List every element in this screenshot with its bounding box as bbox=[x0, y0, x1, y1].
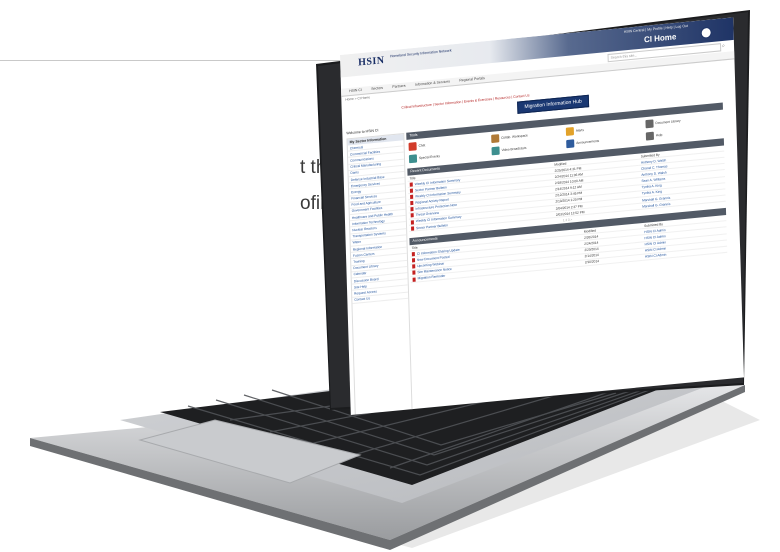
search-icon[interactable]: ⌕ bbox=[722, 43, 725, 49]
welcome-text: Welcome to HSIN CI bbox=[346, 128, 379, 136]
nav-item[interactable]: Sectors bbox=[371, 86, 383, 91]
document-icon bbox=[410, 219, 414, 225]
nav-item[interactable]: Partners bbox=[392, 84, 405, 89]
nav-item[interactable]: Information & Services bbox=[415, 79, 450, 86]
main-content: Tools Chat Collab. Workspace Alerts Docu… bbox=[406, 102, 728, 283]
library-icon bbox=[645, 119, 654, 129]
migration-hub-button[interactable]: Migration Information Hub bbox=[517, 94, 590, 114]
tool-workspace[interactable]: Collab. Workspace bbox=[491, 131, 528, 144]
announcements-icon bbox=[566, 139, 575, 149]
tool-video[interactable]: Video Broadcasts bbox=[491, 144, 527, 156]
site-title: CI Home bbox=[643, 32, 677, 45]
document-icon bbox=[411, 258, 416, 263]
tool-special-events[interactable]: Special Events bbox=[408, 152, 440, 164]
sidebar: My Sector Information Chemical Commercial… bbox=[346, 132, 413, 415]
quick-links[interactable]: Critical Infrastructure | Sector Informa… bbox=[401, 93, 529, 109]
screen-content: HSIN Homeland Security Information Netwo… bbox=[340, 17, 744, 415]
document-icon bbox=[412, 277, 416, 282]
document-icon bbox=[409, 188, 414, 193]
tool-chat[interactable]: Chat bbox=[408, 141, 426, 151]
document-icon bbox=[411, 251, 415, 257]
tool-announcements[interactable]: Announcements bbox=[566, 137, 599, 149]
alerts-icon bbox=[565, 127, 575, 136]
document-icon bbox=[410, 207, 414, 212]
tool-doc-library[interactable]: Document Library bbox=[645, 117, 681, 129]
document-icon bbox=[410, 213, 414, 218]
hsin-logo[interactable]: HSIN bbox=[358, 55, 385, 69]
nav-item[interactable]: Regional Portals bbox=[459, 76, 485, 83]
nav-item[interactable]: HSIN CI bbox=[349, 88, 362, 93]
help-icon bbox=[645, 131, 655, 141]
row-title[interactable]: Migration Reminder bbox=[418, 274, 446, 281]
document-icon bbox=[410, 200, 414, 206]
document-icon bbox=[412, 264, 416, 269]
events-icon bbox=[408, 154, 418, 164]
breadcrumb[interactable]: Home > CI Home bbox=[345, 95, 370, 101]
dhs-seal-icon bbox=[700, 26, 712, 39]
logo-subtitle: Homeland Security Information Network bbox=[389, 48, 452, 59]
document-icon bbox=[409, 182, 413, 187]
document-icon bbox=[410, 194, 414, 200]
tool-help[interactable]: Help bbox=[645, 131, 663, 141]
chat-icon bbox=[408, 142, 417, 151]
workspace-icon bbox=[491, 134, 500, 144]
tool-alerts[interactable]: Alerts bbox=[565, 126, 584, 136]
document-icon bbox=[412, 270, 416, 276]
video-icon bbox=[491, 146, 500, 156]
document-icon bbox=[411, 226, 415, 231]
